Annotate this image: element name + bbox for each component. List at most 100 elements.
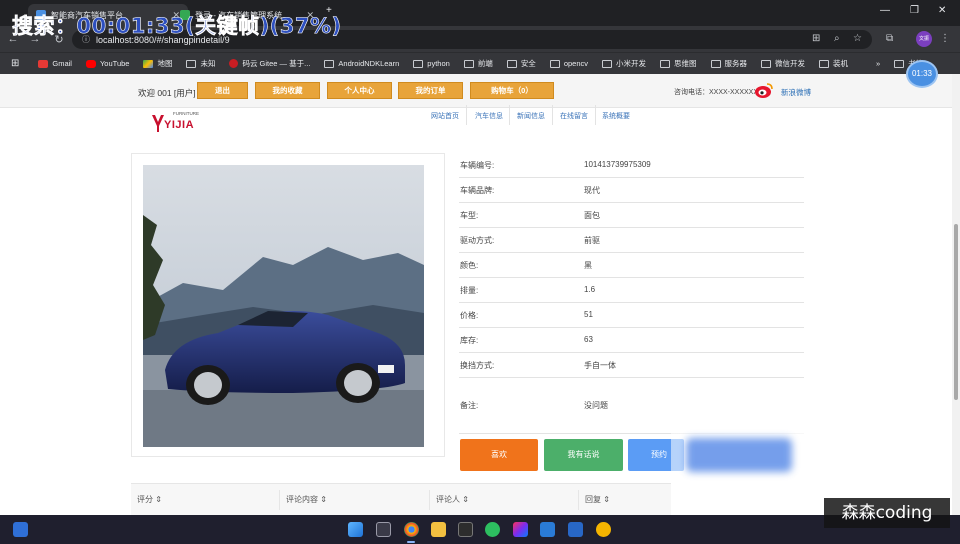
column-divider bbox=[429, 490, 430, 510]
gmail-icon bbox=[38, 59, 49, 68]
folder-icon bbox=[894, 59, 905, 68]
wechat-icon[interactable] bbox=[485, 522, 500, 537]
detail-value: 101413739975309 bbox=[584, 160, 651, 169]
zoom-icon[interactable]: ⌕ bbox=[834, 33, 840, 44]
paw-app-icon[interactable] bbox=[596, 522, 611, 537]
widgets-icon[interactable] bbox=[13, 522, 28, 537]
bookmarks-bar: ⊞ Gmail YouTube 地图 未知 码云 Gitee — 基于... A… bbox=[0, 52, 960, 74]
detail-label: 车辆编号: bbox=[460, 161, 495, 170]
terminal-icon[interactable] bbox=[458, 522, 473, 537]
detail-label: 备注: bbox=[460, 401, 479, 410]
like-button[interactable]: 喜欢 bbox=[460, 439, 538, 471]
detail-row: 换挡方式: 手自一体 bbox=[459, 353, 804, 378]
column-header-rating[interactable]: 评分 ⇕ bbox=[137, 494, 162, 505]
detail-value: 63 bbox=[584, 335, 593, 344]
comment-button[interactable]: 我有话说 bbox=[544, 439, 623, 471]
bookmark-star-icon[interactable]: ☆ bbox=[853, 33, 862, 44]
sort-icon[interactable]: ⇕ bbox=[462, 495, 469, 504]
logout-button[interactable]: 退出 bbox=[197, 82, 248, 99]
bookmark-folder-opencv[interactable]: opencv bbox=[543, 59, 595, 68]
chrome-icon[interactable] bbox=[404, 522, 419, 537]
column-divider bbox=[279, 490, 280, 510]
sort-icon[interactable]: ⇕ bbox=[155, 495, 162, 504]
sort-icon[interactable]: ⇕ bbox=[603, 495, 610, 504]
detail-row: 库存: 63 bbox=[459, 328, 804, 353]
bookmark-gmail[interactable]: Gmail bbox=[31, 59, 79, 68]
welcome-text: 欢迎 001 [用户] bbox=[138, 88, 196, 98]
bookmark-maps[interactable]: 地图 bbox=[136, 58, 179, 69]
logo-subtitle: FURNITURE bbox=[173, 111, 199, 116]
apps-icon[interactable]: ⊞ bbox=[0, 58, 31, 69]
detail-value: 1.6 bbox=[584, 285, 596, 294]
extensions-icon[interactable]: ⧉ bbox=[886, 33, 893, 44]
folder-icon bbox=[660, 59, 670, 68]
bookmark-folder-android[interactable]: AndroidNDKLearn bbox=[317, 59, 406, 68]
more-bookmarks-icon[interactable]: » bbox=[869, 59, 887, 68]
gitee-icon bbox=[229, 59, 239, 68]
scrollbar-thumb[interactable] bbox=[954, 224, 958, 400]
detail-label: 换挡方式: bbox=[460, 361, 495, 370]
bookmark-folder-security[interactable]: 安全 bbox=[500, 58, 543, 69]
video-search-overlay: 搜索：00:01:33(关键帧)(37%) bbox=[12, 14, 342, 39]
car-photo[interactable] bbox=[143, 165, 424, 447]
bookmark-folder-frontend[interactable]: 前端 bbox=[457, 58, 500, 69]
bookmark-folder-install[interactable]: 装机 bbox=[812, 58, 855, 69]
bookmark-folder-python[interactable]: python bbox=[406, 59, 457, 68]
restore-icon[interactable]: ❐ bbox=[910, 5, 919, 16]
minimize-icon[interactable]: — bbox=[880, 5, 890, 16]
file-explorer-icon[interactable] bbox=[431, 522, 446, 537]
task-view-icon[interactable] bbox=[376, 522, 391, 537]
bookmark-folder-mindmap[interactable]: 思维图 bbox=[653, 58, 704, 69]
nav-divider bbox=[552, 105, 553, 125]
folder-icon bbox=[819, 59, 829, 68]
maps-icon bbox=[143, 59, 154, 68]
detail-row: 驱动方式: 前驱 bbox=[459, 228, 804, 253]
profile-avatar[interactable]: 文振 bbox=[916, 31, 932, 47]
menu-icon[interactable]: ⋮ bbox=[940, 33, 950, 44]
nav-messages[interactable]: 在线留言 bbox=[560, 111, 588, 121]
detail-row: 价格: 51 bbox=[459, 303, 804, 328]
page-scrollbar[interactable] bbox=[952, 74, 960, 515]
column-header-commenter[interactable]: 评论人 ⇕ bbox=[436, 494, 469, 505]
recording-timer[interactable]: 01:33 bbox=[906, 60, 938, 88]
detail-row: 车辆品牌: 现代 bbox=[459, 178, 804, 203]
bookmark-folder-xiaomi[interactable]: 小米开发 bbox=[595, 58, 653, 69]
start-icon[interactable] bbox=[348, 522, 363, 537]
nav-overview[interactable]: 系统概要 bbox=[602, 111, 630, 121]
detail-row: 颜色: 黑 bbox=[459, 253, 804, 278]
folder-icon bbox=[506, 59, 517, 68]
bookmark-gitee[interactable]: 码云 Gitee — 基于... bbox=[222, 58, 317, 69]
cart-button[interactable]: 购物车（0） bbox=[470, 82, 554, 99]
bookmark-youtube[interactable]: YouTube bbox=[79, 59, 136, 68]
detail-label: 价格: bbox=[460, 311, 479, 320]
detail-label: 车辆品牌: bbox=[460, 186, 495, 195]
user-center-button[interactable]: 个人中心 bbox=[327, 82, 392, 99]
nav-cars[interactable]: 汽车信息 bbox=[475, 111, 503, 121]
nav-home[interactable]: 网站首页 bbox=[431, 111, 459, 121]
detail-row: 车辆编号: 101413739975309 bbox=[459, 153, 804, 178]
translate-icon[interactable]: ⊞ bbox=[812, 33, 820, 44]
sort-icon[interactable]: ⇕ bbox=[320, 495, 327, 504]
close-window-icon[interactable]: ✕ bbox=[938, 5, 946, 16]
column-header-content[interactable]: 评论内容 ⇕ bbox=[286, 494, 327, 505]
powerpoint-icon[interactable] bbox=[568, 522, 583, 537]
column-divider bbox=[578, 490, 579, 510]
my-orders-button[interactable]: 我的订单 bbox=[398, 82, 463, 99]
weibo-link[interactable]: 新浪微博 bbox=[781, 87, 811, 98]
detail-row-remark: 备注: 没问题 bbox=[459, 378, 804, 434]
favorites-button[interactable]: 我的收藏 bbox=[255, 82, 320, 99]
column-header-reply[interactable]: 回复 ⇕ bbox=[585, 494, 610, 505]
weibo-icon[interactable] bbox=[754, 81, 774, 99]
nav-news[interactable]: 新闻信息 bbox=[517, 111, 545, 121]
detail-row: 排量: 1.6 bbox=[459, 278, 804, 303]
bookmark-folder-wechat[interactable]: 微信开发 bbox=[754, 58, 812, 69]
bookmark-folder-unknown[interactable]: 未知 bbox=[179, 58, 222, 69]
detail-value: 前驱 bbox=[584, 236, 600, 245]
nav-divider bbox=[595, 105, 596, 125]
vscode-icon[interactable] bbox=[540, 522, 555, 537]
nav-divider bbox=[466, 105, 467, 125]
bookmark-folder-server[interactable]: 服务器 bbox=[704, 58, 755, 69]
youtube-icon bbox=[85, 59, 96, 68]
folder-icon bbox=[186, 59, 197, 68]
jetbrains-icon[interactable] bbox=[513, 522, 528, 537]
